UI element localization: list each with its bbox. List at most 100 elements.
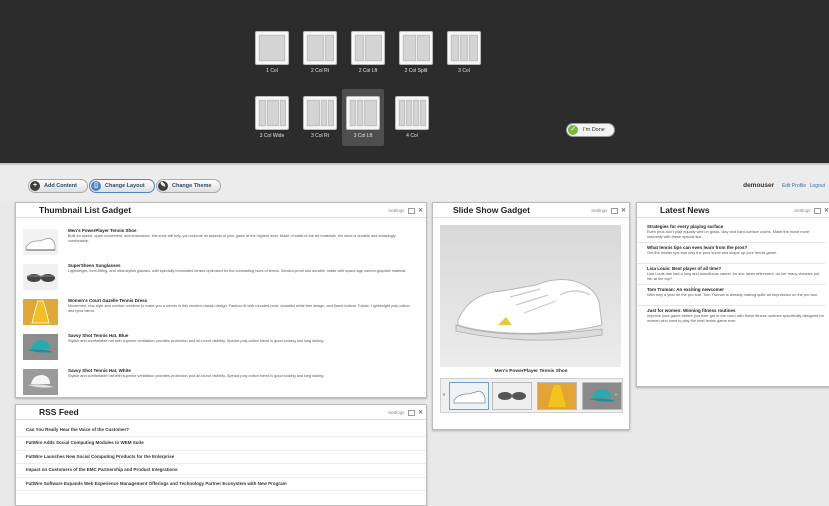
gadget-controls: Settings ✕ xyxy=(388,207,423,214)
layout-4-col-icon xyxy=(395,96,429,130)
layout-label: 2 Col Split xyxy=(404,68,428,74)
layout-option-3-col-wide[interactable]: 3 Col Wide xyxy=(249,92,295,139)
list-item[interactable]: Women's Court Gazelle Tennis Dress Movem… xyxy=(16,296,426,331)
logout-link[interactable]: Logout xyxy=(810,183,825,189)
thumbnail-list-gadget: Thumbnail List Gadget Settings ✕ Men's P… xyxy=(15,202,427,398)
item-title[interactable]: Men's PowerPlayer Tennis Shoe xyxy=(68,228,137,233)
maximize-icon[interactable] xyxy=(813,207,821,214)
layout-3-col-lft-icon xyxy=(346,96,380,130)
layout-2-col-lft-icon xyxy=(351,31,385,65)
layout-option-3-col[interactable]: 3 Col xyxy=(441,27,487,74)
user-menu: demouser Edit Profile Logout xyxy=(743,182,825,189)
item-title[interactable]: Women's Court Gazelle Tennis Dress xyxy=(68,298,147,303)
layout-option-4-col[interactable]: 4 Col xyxy=(389,92,435,139)
prev-arrow-icon[interactable]: ◂ xyxy=(442,391,445,398)
settings-link[interactable]: Settings xyxy=(591,208,607,213)
plus-icon: + xyxy=(30,181,40,191)
rss-feed-gadget: RSS Feed Settings ✕ Can You Really Hear … xyxy=(15,404,427,506)
gadget-title: Slide Show Gadget xyxy=(453,205,530,215)
list-item[interactable]: Savvy Shot Tennis Hat, Blue Stylish and … xyxy=(16,331,426,366)
item-title[interactable]: SuperSheen Sunglasses xyxy=(68,263,121,268)
item-description: Stylish and comfortable hat with superio… xyxy=(68,374,325,378)
add-content-button[interactable]: + Add Content xyxy=(28,179,88,193)
news-item[interactable]: Tom Truman: An exciting newcomer With on… xyxy=(637,285,825,306)
maximize-icon[interactable] xyxy=(610,207,618,214)
layout-3-col-icon xyxy=(447,31,481,65)
news-item[interactable]: Just for women: Winning fitness routines… xyxy=(637,306,825,327)
news-description: Lisa Louis has had a long and tumultuous… xyxy=(647,271,820,281)
layout-label: 2 Col Lft xyxy=(358,68,378,74)
layout-3-col-rt-icon xyxy=(303,96,337,130)
list-item[interactable]: Men's PowerPlayer Tennis Shoe Built for … xyxy=(16,226,426,261)
layout-option-2-col-rt[interactable]: 2 Col Rt xyxy=(297,27,343,74)
news-description: With only a year on the pro tour, Tom Tr… xyxy=(647,292,819,297)
add-content-label: Add Content xyxy=(44,183,77,189)
layout-label: 3 Col xyxy=(458,68,470,74)
gadget-controls: Settings ✕ xyxy=(591,207,626,214)
gadget-header: Latest News Settings ✕ xyxy=(637,203,829,218)
rss-item[interactable]: Can You Really Hear the Voice of the Cus… xyxy=(16,424,426,438)
gadget-title: Thumbnail List Gadget xyxy=(39,205,132,215)
layout-option-2-col-lft[interactable]: 2 Col Lft xyxy=(345,27,391,74)
layout-2-col-rt-icon xyxy=(303,31,337,65)
layout-2-col-split-icon xyxy=(399,31,433,65)
im-done-label: I'm Done xyxy=(583,127,605,133)
layout-3-col-wide-icon xyxy=(255,96,289,130)
gadget-title: Latest News xyxy=(660,205,710,215)
slide-thumb-dress[interactable] xyxy=(537,382,577,410)
item-description: Movement, chic style and comfort combine… xyxy=(68,304,410,313)
gadget-title: RSS Feed xyxy=(39,407,79,417)
news-description: Get the insider tips that only the pros … xyxy=(647,250,778,255)
item-title[interactable]: Savvy Shot Tennis Hat, Blue xyxy=(68,333,128,338)
checkmark-icon: ✓ xyxy=(568,125,578,135)
layout-option-3-col-lft[interactable]: 3 Col Lft xyxy=(342,89,384,146)
layout-1-col-icon xyxy=(255,31,289,65)
rss-item[interactable]: FatWire Launches New Social Computing Pr… xyxy=(16,451,426,465)
news-description: Improve your game before you ever get to… xyxy=(647,313,824,323)
maximize-icon[interactable] xyxy=(407,207,415,214)
close-icon[interactable]: ✕ xyxy=(824,208,829,214)
item-title[interactable]: Savvy Shot Tennis Hat, White xyxy=(68,368,131,373)
close-icon[interactable]: ✕ xyxy=(621,208,626,214)
next-arrow-icon[interactable]: ▸ xyxy=(615,391,618,398)
item-description: Built for speed, quick movement, and end… xyxy=(68,234,396,243)
rss-item[interactable]: FatWire Software Expands Web Experience … xyxy=(16,478,426,491)
layout-label: 1 Col xyxy=(266,68,278,74)
maximize-icon[interactable] xyxy=(407,409,415,416)
settings-link[interactable]: Settings xyxy=(388,410,404,415)
blue-hat-thumbnail xyxy=(23,334,58,360)
edit-profile-link[interactable]: Edit Profile xyxy=(782,183,806,189)
sunglasses-thumbnail xyxy=(23,264,58,290)
layout-panel: 1 Col 2 Col Rt 2 Col Lft 2 Col Split 3 C… xyxy=(0,0,829,163)
list-item[interactable]: Savvy Shot Tennis Hat, White Stylish and… xyxy=(16,366,426,397)
close-icon[interactable]: ✕ xyxy=(418,410,423,416)
slide-thumb-sunglasses[interactable] xyxy=(492,382,532,410)
item-description: Stylish and comfortable hat with superio… xyxy=(68,339,325,343)
list-item[interactable]: SuperSheen Sunglasses Lightweight, form-… xyxy=(16,261,426,296)
layout-option-1-col[interactable]: 1 Col xyxy=(249,27,295,74)
settings-link[interactable]: Settings xyxy=(388,208,404,213)
slideshow-main-image[interactable] xyxy=(440,225,621,367)
dress-thumbnail xyxy=(23,299,58,325)
latest-news-gadget: Latest News Settings ✕ Strategies for ev… xyxy=(636,202,829,387)
close-icon[interactable]: ✕ xyxy=(418,208,423,214)
news-item[interactable]: What tennis tips can even learn from the… xyxy=(637,243,825,264)
layout-option-2-col-split[interactable]: 2 Col Split xyxy=(393,27,439,74)
gadget-header: Thumbnail List Gadget Settings ✕ xyxy=(16,203,426,218)
rss-item[interactable]: Impact on Customers of the EMC Partnersh… xyxy=(16,464,426,478)
settings-link[interactable]: Settings xyxy=(794,208,810,213)
gadget-header: Slide Show Gadget Settings ✕ xyxy=(433,203,629,218)
change-theme-button[interactable]: ✎ Change Theme xyxy=(156,179,221,193)
layout-label: 3 Col Wide xyxy=(259,133,285,139)
im-done-button[interactable]: ✓ I'm Done xyxy=(566,123,615,137)
toolbar: + Add Content ▯ Change Layout ✎ Change T… xyxy=(0,163,829,201)
slide-thumb-shoe[interactable] xyxy=(449,382,489,410)
layout-option-3-col-rt[interactable]: 3 Col Rt xyxy=(297,92,343,139)
rss-item[interactable]: FatWire Adds Social Computing Modules to… xyxy=(16,437,426,451)
item-description: Lightweight, form-fitting, and ultra-sty… xyxy=(68,269,407,273)
change-layout-button[interactable]: ▯ Change Layout xyxy=(89,179,155,193)
news-item[interactable]: Strategies for every playing surface Eve… xyxy=(637,222,825,243)
news-item[interactable]: Lisa Louis: Best player of all time? Lis… xyxy=(637,264,825,285)
layout-label: 4 Col xyxy=(406,133,418,139)
username: demouser xyxy=(743,182,775,189)
